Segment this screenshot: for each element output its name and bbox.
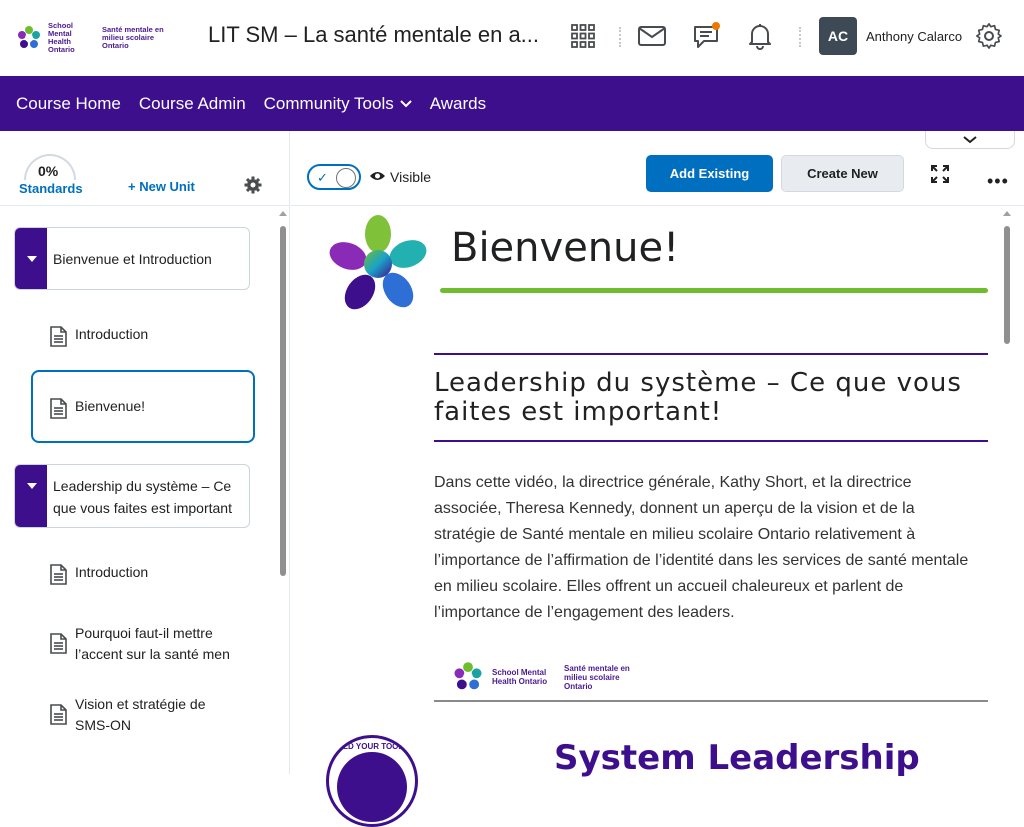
gear-icon[interactable] (244, 176, 262, 194)
content-scrollbar[interactable] (1004, 226, 1010, 344)
unit-label-line1: Leadership du système – Ce (53, 478, 232, 494)
unit-strip (15, 465, 47, 527)
org-logo[interactable]: School Mental Health Ontario Santé menta… (16, 22, 164, 54)
flower-logo-icon (18, 26, 40, 48)
new-unit-button[interactable]: + New Unit (128, 179, 195, 194)
toolbox-badge: BUILD YOUR TOOLBOX (326, 735, 418, 827)
page-title: Bienvenue! (451, 225, 680, 271)
nav-awards[interactable]: Awards (430, 94, 486, 114)
unit-label-line2: que vous faites est important (53, 500, 232, 516)
gear-icon[interactable] (973, 20, 1005, 52)
banner-heading: System Leadership (554, 738, 920, 778)
badge-text: BUILD YOUR TOOLBOX (329, 742, 418, 751)
nav-course-admin[interactable]: Course Admin (139, 94, 246, 114)
logo-text-en: School Mental Health Ontario (48, 21, 75, 54)
lesson-label-line1: Pourquoi faut-il mettre (75, 625, 213, 641)
course-navbar: Course Home Course Admin Community Tools… (0, 76, 1024, 131)
course-title[interactable]: LIT SM – La santé mentale en a... (208, 22, 539, 48)
eye-icon (370, 172, 385, 180)
chevron-down-icon (400, 99, 412, 107)
lesson-label-wrap: Pourquoi faut-il mettre l’accent sur la … (75, 623, 235, 665)
grid-icon[interactable] (567, 20, 599, 52)
section-heading: Leadership du système – Ce que vous fait… (434, 368, 962, 427)
progress-percent: 0% (38, 163, 59, 179)
chat-icon[interactable] (690, 20, 722, 52)
lesson-label-wrap: Vision et stratégie de SMS-ON (75, 694, 206, 736)
lesson-item-selected[interactable]: Bienvenue! (50, 396, 145, 419)
content-divider (434, 700, 988, 702)
avatar[interactable]: AC (819, 17, 857, 55)
chevron-down-icon (963, 135, 977, 143)
fullscreen-icon[interactable] (931, 165, 949, 183)
caret-down-icon[interactable] (27, 483, 37, 489)
add-existing-button[interactable]: Add Existing (646, 155, 773, 192)
toggle-knob (336, 168, 356, 188)
lesson-label: Introduction (75, 326, 149, 342)
standards-link[interactable]: Standards (19, 181, 83, 196)
collapse-nav-toggle[interactable] (925, 131, 1015, 149)
notification-dot (712, 22, 720, 30)
body-paragraph: Dans cette vidéo, la directrice générale… (434, 474, 969, 621)
unit-card[interactable]: Leadership du système – Ce que vous fait… (14, 464, 250, 528)
unit-label: Bienvenue et Introduction (53, 251, 212, 267)
embedded-logo-en: School Mental Health Ontario (492, 668, 548, 686)
lesson-label: Bienvenue! (75, 398, 146, 414)
lesson-toolbar: ✓ Visible Add Existing Create New ••• (291, 149, 1024, 206)
flower-logo-icon (454, 662, 482, 690)
lesson-item[interactable]: Pourquoi faut-il mettre l’accent sur la … (50, 623, 240, 665)
logo-text-fr: Santé mentale en milieu scolaire Ontario (102, 25, 164, 50)
lesson-label-line2: SMS-ON (75, 717, 131, 733)
header-separator (799, 27, 801, 47)
lesson-item[interactable]: Vision et stratégie de SMS-ON (50, 694, 206, 736)
unit-card[interactable]: Bienvenue et Introduction (14, 227, 250, 290)
header-separator (619, 27, 621, 47)
nav-community-tools[interactable]: Community Tools (264, 94, 412, 114)
document-icon (50, 564, 67, 585)
outline-header: 0% Standards + New Unit (0, 131, 290, 206)
outline-scrollbar[interactable] (280, 226, 286, 576)
check-icon: ✓ (317, 170, 328, 185)
section-divider (434, 353, 988, 355)
lesson-label-line2: l’accent sur la santé men (75, 646, 230, 662)
visibility-toggle[interactable]: ✓ (307, 164, 361, 190)
visible-label: Visible (390, 169, 431, 185)
embedded-logo-fr: Santé mentale en milieu scolaire Ontario (564, 663, 630, 691)
badge-inner (337, 752, 407, 822)
lesson-item[interactable]: Introduction (50, 324, 148, 347)
content-scroll-up[interactable] (1003, 211, 1011, 216)
document-icon (50, 633, 67, 654)
lesson-label-line1: Vision et stratégie de (75, 696, 206, 712)
create-new-button[interactable]: Create New (781, 155, 904, 192)
nav-course-home[interactable]: Course Home (16, 94, 121, 114)
section-divider (434, 440, 988, 442)
document-icon (50, 326, 67, 347)
title-underline (440, 288, 988, 293)
nav-community-tools-label: Community Tools (263, 93, 394, 113)
flower-logo-icon (329, 215, 427, 310)
top-header: School Mental Health Ontario Santé menta… (0, 0, 1024, 76)
lesson-label: Introduction (75, 564, 149, 580)
outline-scroll-up[interactable] (279, 211, 287, 216)
lesson-item[interactable]: Introduction (50, 562, 148, 585)
document-icon (50, 704, 67, 725)
more-options-icon[interactable]: ••• (987, 171, 1009, 192)
caret-down-icon[interactable] (27, 256, 37, 262)
bell-icon[interactable] (744, 20, 776, 52)
embedded-logo: School Mental Health Ontario Santé menta… (452, 661, 644, 693)
mail-icon[interactable] (636, 20, 668, 52)
user-name[interactable]: Anthony Calarco (866, 29, 962, 44)
document-icon (50, 398, 67, 419)
